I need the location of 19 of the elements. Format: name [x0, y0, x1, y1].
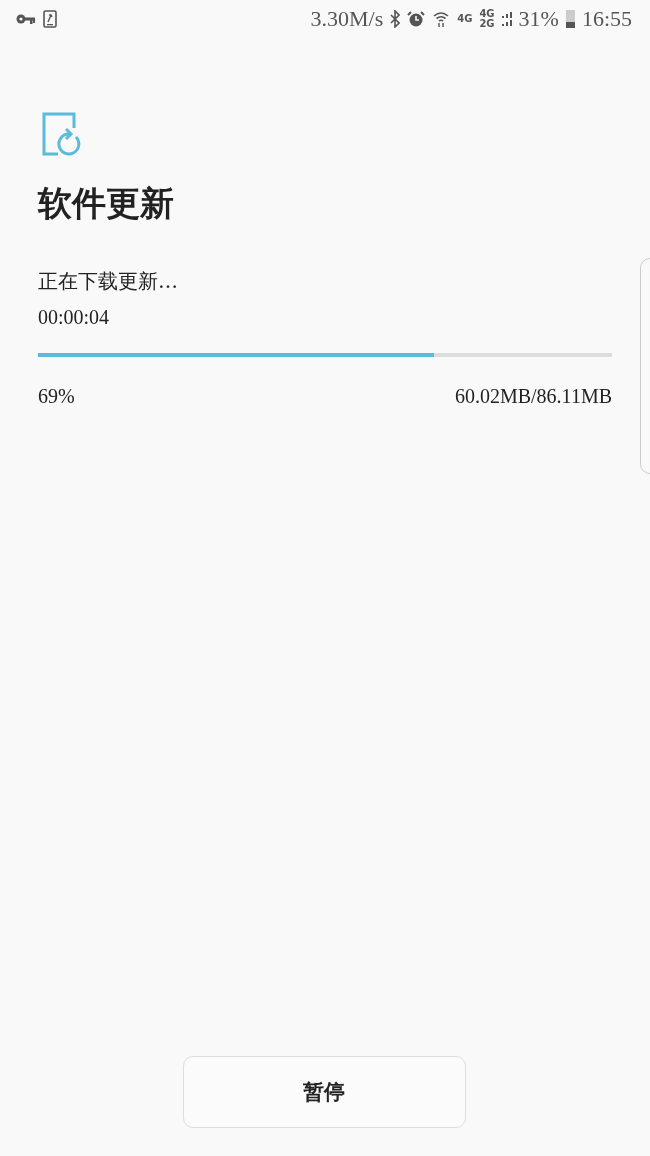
bluetooth-icon [390, 10, 401, 28]
network-speed: 3.30M/s [310, 6, 384, 32]
battery-icon [565, 10, 575, 28]
download-status: 正在下载更新… [38, 268, 179, 295]
phone-update-icon [43, 10, 57, 28]
alarm-icon [407, 10, 426, 28]
network-type-label: 4G [479, 9, 495, 19]
battery-percent: 31% [518, 6, 559, 32]
network-type-label: 2G [479, 19, 495, 29]
pause-button[interactable]: 暂停 [182, 1056, 466, 1128]
elapsed-time: 00:00:04 [38, 305, 111, 330]
wifi-icon [432, 10, 451, 28]
download-size: 60.02MB/86.11MB [454, 385, 612, 408]
signal-icon [501, 11, 512, 27]
key-icon [16, 13, 36, 25]
clock: 16:55 [581, 6, 632, 32]
page-title: 软件更新 [38, 182, 175, 225]
network-type-label: 4G [457, 14, 473, 24]
progress-percent: 69% [38, 385, 75, 408]
